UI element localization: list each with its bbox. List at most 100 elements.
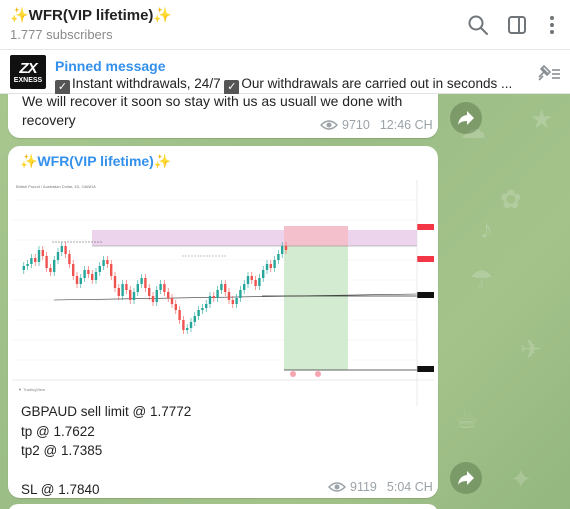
candle-body xyxy=(83,270,86,278)
candle-body xyxy=(75,276,79,284)
candle-body xyxy=(182,320,185,330)
subscriber-count: 1.777 subscribers xyxy=(10,27,113,42)
views-eye-icon xyxy=(320,120,338,130)
candle-body xyxy=(144,278,147,288)
signal-text: GBPAUD sell limit @ 1.7772 tp @ 1.7622 t… xyxy=(21,402,191,500)
pinned-thumbnail: ZX EXNESS xyxy=(10,55,46,89)
views-eye-icon xyxy=(328,482,346,492)
signal-line-tp1: tp @ 1.7622 xyxy=(21,423,95,439)
candle-body xyxy=(167,292,170,298)
candle-body xyxy=(281,246,284,254)
sender-name[interactable]: ✨WFR(VIP lifetime)✨ xyxy=(20,153,171,170)
candle-body xyxy=(121,284,124,296)
event-marker xyxy=(315,371,321,377)
share-arrow-icon xyxy=(458,471,474,485)
signal-line-tp2: tp2 @ 1.7385 xyxy=(21,443,103,458)
pinned-title: Pinned message xyxy=(55,58,166,74)
candle-body xyxy=(205,304,208,308)
pinned-list-icon[interactable] xyxy=(536,62,562,84)
message-bubble-1[interactable]: We will recover it soon so stay with us … xyxy=(8,93,438,138)
candle-body xyxy=(197,310,200,316)
candle-body xyxy=(140,278,143,284)
candle-body xyxy=(117,288,120,296)
candle-body xyxy=(235,298,238,304)
candle-body xyxy=(68,254,71,264)
candle-body xyxy=(212,296,215,298)
candle-body xyxy=(227,292,231,300)
share-arrow-icon xyxy=(458,111,474,125)
candle-body xyxy=(174,304,177,310)
share-button[interactable] xyxy=(450,102,482,134)
candle-body xyxy=(53,260,56,272)
message-bubble-3[interactable] xyxy=(8,504,438,509)
candle-body xyxy=(163,284,166,292)
candle-body xyxy=(94,272,98,280)
candle-body xyxy=(34,258,37,262)
message-time: 12:46 CH xyxy=(379,118,433,132)
exness-wordmark: EXNESS xyxy=(13,77,43,84)
candle-body xyxy=(102,260,105,266)
candle-body xyxy=(220,284,223,290)
candle-body xyxy=(110,264,113,276)
candle-body xyxy=(208,296,212,304)
price-tag-entry xyxy=(417,292,434,298)
candle-body xyxy=(170,298,174,304)
candle-body xyxy=(258,278,261,286)
price-tag-stop xyxy=(417,224,434,230)
candle-body xyxy=(30,258,33,264)
candle-body xyxy=(56,252,60,260)
signal-line-sl: SL @ 1.7840 xyxy=(21,482,100,497)
candle-body xyxy=(106,260,109,264)
candle-body xyxy=(22,266,25,270)
trading-chart-image[interactable]: British Pound / Australian Dollar, 1D, O… xyxy=(12,180,434,406)
candle-body xyxy=(49,268,52,272)
stop-zone xyxy=(92,230,417,246)
view-count: 9710 xyxy=(342,118,370,132)
candle-body xyxy=(178,310,181,320)
candle-body xyxy=(201,308,204,310)
message-meta: 9710 12:46 CH xyxy=(320,118,433,132)
candle-body xyxy=(113,276,117,288)
candle-body xyxy=(186,328,189,330)
signal-line-blank xyxy=(21,461,191,481)
candle-body xyxy=(151,296,155,302)
candle-body xyxy=(155,290,158,302)
candle-body xyxy=(265,264,269,270)
candle-body xyxy=(72,264,75,276)
svg-text:▼ TradingView: ▼ TradingView xyxy=(18,387,45,392)
message-bubble-2[interactable]: ✨WFR(VIP lifetime)✨ British Pound / Aust… xyxy=(8,146,438,498)
more-options-icon[interactable] xyxy=(540,13,564,37)
candle-body xyxy=(60,246,63,252)
sidebar-toggle-icon[interactable] xyxy=(505,13,529,37)
candle-body xyxy=(159,284,162,290)
pinned-text-part2: Our withdrawals are carried out in secon… xyxy=(241,76,513,91)
candle-body xyxy=(216,290,219,298)
candle-body xyxy=(284,246,288,250)
event-marker xyxy=(290,371,296,377)
svg-text:British Pound / Australian Dol: British Pound / Australian Dollar, 1D, O… xyxy=(16,184,96,189)
candle-body xyxy=(273,260,276,268)
candle-body xyxy=(87,270,90,274)
candle-body xyxy=(64,246,67,254)
candle-body xyxy=(193,316,196,322)
price-tag-current xyxy=(417,256,434,262)
share-button[interactable] xyxy=(450,462,482,494)
candle-body xyxy=(136,284,139,292)
candle-body xyxy=(79,278,82,284)
candle-body xyxy=(269,264,272,268)
channel-title[interactable]: ✨WFR(VIP lifetime)✨ xyxy=(10,6,172,24)
candle-body xyxy=(129,290,132,300)
candle-body xyxy=(37,250,41,262)
search-icon[interactable] xyxy=(466,13,490,37)
candle-body xyxy=(239,290,242,298)
candle-body xyxy=(132,292,136,300)
exness-logo: ZX xyxy=(19,60,37,77)
pinned-message-bar[interactable]: ZX EXNESS Pinned message ✓ Instant withdr… xyxy=(0,50,570,95)
candle-body xyxy=(41,250,44,256)
view-count: 9119 xyxy=(350,480,377,494)
price-tag-target xyxy=(417,366,434,372)
signal-line-entry: GBPAUD sell limit @ 1.7772 xyxy=(21,404,192,419)
candle-body xyxy=(148,288,151,296)
candle-body xyxy=(277,254,280,260)
message-meta: 9119 5:04 CH xyxy=(328,480,433,494)
